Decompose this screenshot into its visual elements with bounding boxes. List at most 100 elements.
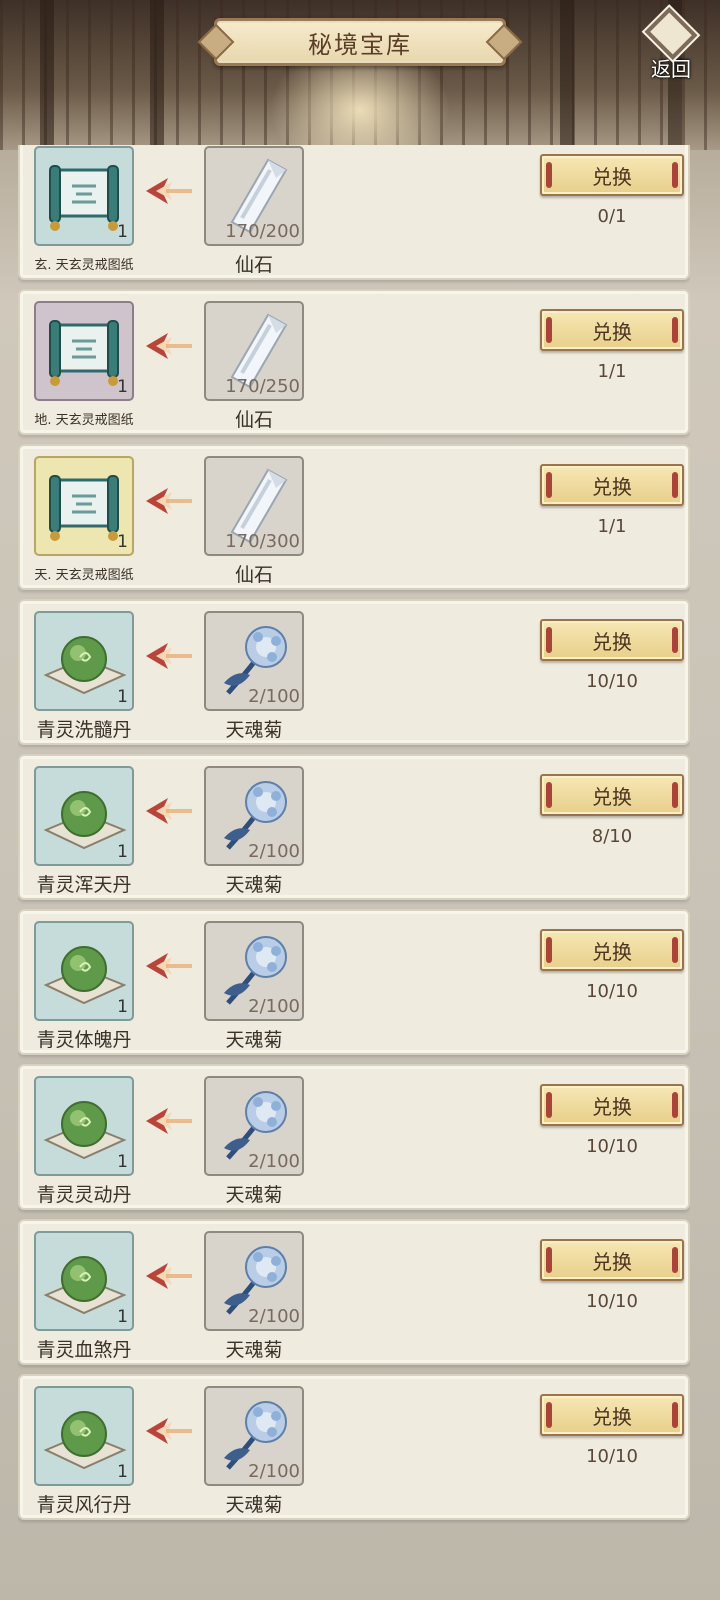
- cost-slot[interactable]: 170/200: [204, 146, 304, 246]
- cost-name: 仙石: [234, 564, 273, 586]
- reward-slot[interactable]: 1: [34, 611, 134, 711]
- exchange-limit: 1/1: [597, 361, 627, 382]
- cost-qty: 2/100: [248, 1151, 300, 1172]
- reward-qty: 1: [117, 1152, 128, 1172]
- cost-name: 天魂菊: [225, 1184, 283, 1206]
- reward-name: 青灵风行丹: [36, 1494, 132, 1516]
- reward-qty: 1: [117, 1307, 128, 1327]
- reward-qty: 1: [117, 377, 128, 397]
- cost-slot[interactable]: 2/100: [204, 1231, 304, 1331]
- exchange-limit: 10/10: [586, 1446, 638, 1467]
- reward-slot[interactable]: 1: [34, 146, 134, 246]
- exchange-button-label: 兑换: [592, 1404, 632, 1429]
- cost-name: 天魂菊: [225, 1339, 283, 1361]
- exchange-button-label: 兑换: [592, 784, 632, 809]
- reward-slot[interactable]: 1: [34, 921, 134, 1021]
- cost-qty: 170/250: [225, 376, 300, 397]
- exchange-row: 1 青灵血煞丹 2/100 天魂菊 兑换 10/10: [18, 1219, 690, 1365]
- page-title: 秘境宝库: [308, 30, 412, 59]
- exchange-limit: 1/1: [597, 516, 627, 537]
- exchange-limit: 8/10: [591, 826, 633, 847]
- exchange-button-label: 兑换: [592, 939, 632, 964]
- exchange-button[interactable]: 兑换: [540, 1394, 684, 1436]
- exchange-button[interactable]: 兑换: [540, 929, 684, 971]
- reward-name: 天. 天玄灵戒图纸: [34, 568, 134, 583]
- title-plate: 秘境宝库: [214, 18, 506, 66]
- reward-qty: 1: [117, 222, 128, 242]
- exchange-limit: 10/10: [586, 981, 638, 1002]
- cost-slot[interactable]: 2/100: [204, 1386, 304, 1486]
- reward-name: 地. 天玄灵戒图纸: [34, 413, 134, 428]
- exchange-limit: 10/10: [586, 671, 638, 692]
- exchange-arrow-icon: [146, 643, 192, 669]
- reward-qty: 1: [117, 532, 128, 552]
- reward-slot[interactable]: 1: [34, 456, 134, 556]
- cost-qty: 2/100: [248, 841, 300, 862]
- reward-name: 玄. 天玄灵戒图纸: [34, 258, 134, 273]
- exchange-arrow-icon: [146, 953, 192, 979]
- exchange-button[interactable]: 兑换: [540, 774, 684, 816]
- exchange-button[interactable]: 兑换: [540, 619, 684, 661]
- reward-slot[interactable]: 1: [34, 1076, 134, 1176]
- cost-slot[interactable]: 2/100: [204, 1076, 304, 1176]
- cost-slot[interactable]: 170/250: [204, 301, 304, 401]
- cost-qty: 170/200: [225, 221, 300, 242]
- reward-qty: 1: [117, 1462, 128, 1482]
- exchange-button-label: 兑换: [592, 319, 632, 344]
- exchange-arrow-icon: [146, 178, 192, 204]
- exchange-limit: 10/10: [586, 1291, 638, 1312]
- reward-name: 青灵浑天丹: [36, 874, 132, 896]
- reward-qty: 1: [117, 997, 128, 1017]
- exchange-button-label: 兑换: [592, 164, 632, 189]
- exchange-limit: 10/10: [586, 1136, 638, 1157]
- exchange-button-label: 兑换: [592, 629, 632, 654]
- cost-name: 天魂菊: [225, 1029, 283, 1051]
- reward-qty: 1: [117, 842, 128, 862]
- reward-slot[interactable]: 1: [34, 301, 134, 401]
- exchange-button[interactable]: 兑换: [540, 1084, 684, 1126]
- cost-qty: 170/300: [225, 531, 300, 552]
- cost-qty: 2/100: [248, 1461, 300, 1482]
- exchange-button-label: 兑换: [592, 1094, 632, 1119]
- cost-slot[interactable]: 170/300: [204, 456, 304, 556]
- reward-qty: 1: [117, 687, 128, 707]
- exchange-arrow-icon: [146, 1263, 192, 1289]
- exchange-button-label: 兑换: [592, 474, 632, 499]
- cost-qty: 2/100: [248, 1306, 300, 1327]
- exchange-list[interactable]: 1 玄. 天玄灵戒图纸 170/200 仙石 兑换 0/1 1 地. 天玄灵戒图…: [18, 145, 690, 1525]
- exchange-row: 1 青灵浑天丹 2/100 天魂菊 兑换 8/10: [18, 754, 690, 900]
- exchange-button[interactable]: 兑换: [540, 309, 684, 351]
- exchange-arrow-icon: [146, 488, 192, 514]
- exchange-row: 1 天. 天玄灵戒图纸 170/300 仙石 兑换 1/1: [18, 444, 690, 590]
- cost-name: 仙石: [234, 254, 273, 276]
- cost-slot[interactable]: 2/100: [204, 766, 304, 866]
- exchange-arrow-icon: [146, 333, 192, 359]
- exchange-button-label: 兑换: [592, 1249, 632, 1274]
- exchange-row: 1 地. 天玄灵戒图纸 170/250 仙石 兑换 1/1: [18, 289, 690, 435]
- cost-name: 天魂菊: [225, 719, 283, 741]
- exchange-button[interactable]: 兑换: [540, 1239, 684, 1281]
- cost-name: 天魂菊: [225, 874, 283, 896]
- reward-slot[interactable]: 1: [34, 766, 134, 866]
- exchange-arrow-icon: [146, 1418, 192, 1444]
- exchange-row: 1 青灵风行丹 2/100 天魂菊 兑换 10/10: [18, 1374, 690, 1520]
- exchange-row: 1 青灵灵动丹 2/100 天魂菊 兑换 10/10: [18, 1064, 690, 1210]
- cost-name: 天魂菊: [225, 1494, 283, 1516]
- reward-slot[interactable]: 1: [34, 1231, 134, 1331]
- exchange-row: 1 青灵洗髓丹 2/100 天魂菊 兑换 10/10: [18, 599, 690, 745]
- back-button[interactable]: 返回: [636, 6, 706, 82]
- cost-slot[interactable]: 2/100: [204, 611, 304, 711]
- exchange-arrow-icon: [146, 1108, 192, 1134]
- reward-name: 青灵血煞丹: [36, 1339, 132, 1361]
- cost-name: 仙石: [234, 409, 273, 431]
- cost-slot[interactable]: 2/100: [204, 921, 304, 1021]
- exchange-limit: 0/1: [597, 206, 627, 227]
- cost-qty: 2/100: [248, 996, 300, 1017]
- exchange-arrow-icon: [146, 798, 192, 824]
- reward-name: 青灵灵动丹: [36, 1184, 132, 1206]
- exchange-button[interactable]: 兑换: [540, 154, 684, 196]
- cost-qty: 2/100: [248, 686, 300, 707]
- exchange-row: 1 青灵体魄丹 2/100 天魂菊 兑换 10/10: [18, 909, 690, 1055]
- exchange-button[interactable]: 兑换: [540, 464, 684, 506]
- reward-slot[interactable]: 1: [34, 1386, 134, 1486]
